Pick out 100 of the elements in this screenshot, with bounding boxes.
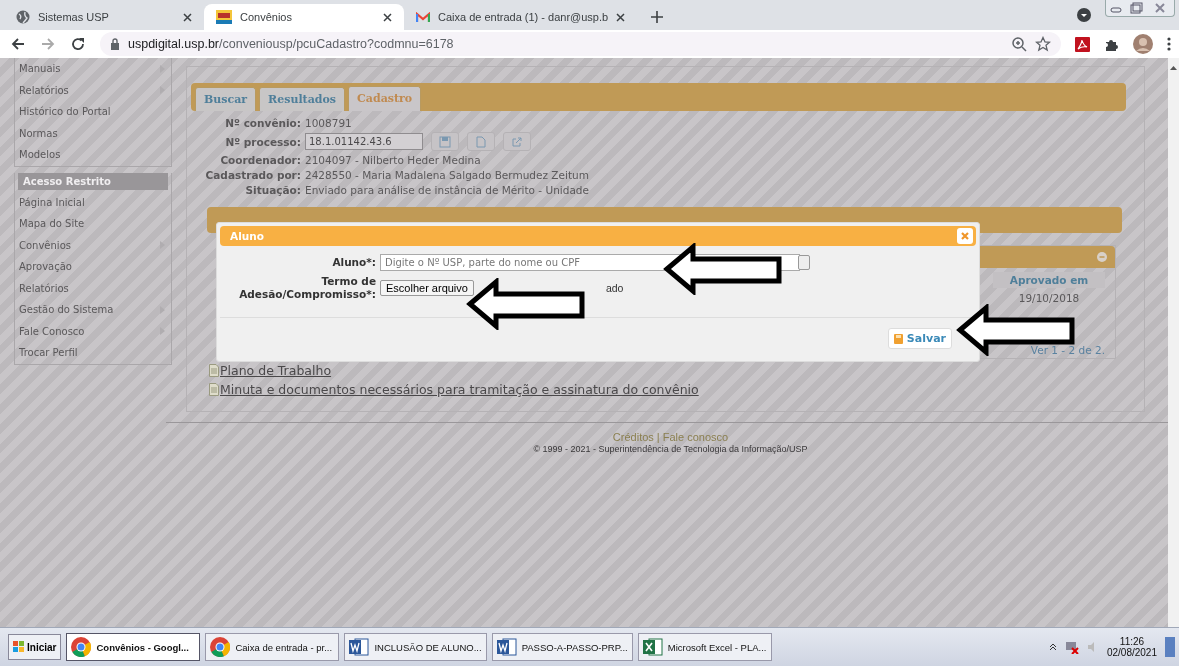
taskbar-item-label: Microsoft Excel - PLA... — [667, 641, 767, 653]
forward-arrow-icon[interactable] — [40, 36, 56, 52]
sidebar-item[interactable]: Mapa do Site — [15, 213, 171, 235]
pagination-text: Ver 1 - 2 de 2. — [1029, 344, 1105, 356]
show-desktop-icon[interactable] — [1165, 637, 1175, 658]
process-number-field[interactable]: 18.1.01142.43.6 — [305, 133, 423, 150]
field-value: Enviado para análise de instância de Mérito - Unidade — [305, 184, 589, 196]
field-label: Aluno*: — [332, 256, 376, 269]
browser-tab[interactable]: Convênios — [204, 4, 404, 30]
browser-tab[interactable]: Sistemas USP — [4, 4, 204, 30]
taskbar-item[interactable]: Caixa de entrada - pr... — [205, 633, 340, 662]
star-icon[interactable] — [1035, 36, 1051, 52]
sidebar-item-label: Mapa do Site — [19, 218, 85, 230]
sidebar-item[interactable]: Modelos — [15, 144, 171, 166]
file-status-text: ado — [605, 281, 624, 294]
close-tab-icon[interactable] — [183, 12, 192, 22]
separator-text: | — [656, 431, 660, 443]
sidebar-item[interactable]: Manuais — [15, 58, 171, 80]
tab-title: Caixa de entrada (1) - danr@usp.b — [438, 11, 609, 23]
chrome-icon — [71, 637, 92, 658]
pdf-icon[interactable] — [1075, 36, 1090, 52]
field-value: 1008791 — [305, 117, 352, 129]
close-tab-icon[interactable] — [616, 12, 626, 22]
usp-logo-icon — [216, 10, 232, 24]
sidebar-item[interactable]: Convênios — [15, 234, 171, 256]
browser-tab[interactable]: Caixa de entrada (1) - danr@usp.b — [404, 4, 638, 30]
sidebar-item-label: Relatórios — [19, 84, 69, 96]
page-tab[interactable]: Buscar — [195, 87, 257, 111]
sidebar-item[interactable]: Histórico do Portal — [15, 101, 171, 123]
document-link[interactable]: Plano de Trabalho — [220, 363, 332, 378]
sidebar-item[interactable]: Relatórios — [15, 79, 171, 101]
profile-dropdown-icon[interactable] — [1077, 8, 1091, 22]
choose-file-button[interactable]: Escolher arquivo — [380, 279, 474, 296]
document-icon — [209, 383, 219, 396]
field-label: Nº convênio: — [225, 117, 301, 129]
taskbar-item-label: INCLUSÃO DE ALUNO... — [374, 641, 482, 653]
avatar-icon[interactable] — [1133, 34, 1153, 54]
field-label: Coordenador: — [220, 154, 301, 166]
field-label: Nº processo: — [225, 135, 301, 148]
scroll-up-icon — [1168, 64, 1179, 72]
sidebar-item[interactable]: Normas — [15, 122, 171, 144]
dialog-title: Aluno — [230, 230, 264, 242]
taskbar-item[interactable]: Microsoft Excel - PLA... — [637, 633, 772, 662]
start-button[interactable]: Iniciar — [8, 634, 62, 661]
sidebar-item-label: Relatórios — [19, 282, 69, 294]
menu-dots-icon[interactable] — [1167, 36, 1171, 52]
sidebar-item-label: Histórico do Portal — [19, 106, 111, 118]
field-label: Cadastrado por: — [205, 169, 301, 181]
url-text: uspdigital.usp.br/conveniousp/pcuCadastro?codmnu=6178 — [128, 37, 455, 51]
sidebar-item-label: Fale Conosco — [19, 325, 85, 337]
document-icon — [209, 364, 219, 377]
taskbar-item-label: Convênios - Googl... — [96, 641, 189, 653]
taskbar-item[interactable]: INCLUSÃO DE ALUNO... — [344, 633, 487, 662]
footer-link[interactable]: Créditos — [612, 431, 654, 443]
zoom-icon[interactable] — [1011, 36, 1027, 52]
lock-icon — [110, 38, 120, 50]
close-button[interactable] — [957, 228, 973, 244]
network-error-icon[interactable] — [1064, 640, 1079, 655]
page-tab[interactable]: Resultados — [259, 87, 346, 111]
new-tab-icon[interactable] — [651, 11, 664, 23]
sidebar-item-label: Gestão do Sistema — [19, 304, 114, 316]
sidebar-item[interactable]: Trocar Perfil — [15, 342, 171, 364]
globe-icon — [16, 10, 30, 24]
column-header[interactable]: Aprovado em — [993, 272, 1105, 288]
document-icon — [475, 135, 487, 148]
sidebar-item-label: Trocar Perfil — [19, 347, 78, 359]
sidebar-item[interactable]: Relatórios — [15, 277, 171, 299]
menu-section-header: Acesso Restrito — [18, 172, 168, 190]
document-link[interactable]: Minuta e documentos necessários para tramitação e assinatura do convênio — [220, 382, 699, 397]
save-icon — [893, 333, 903, 344]
sidebar-item[interactable]: Fale Conosco — [15, 320, 171, 342]
save-button[interactable]: Salvar — [887, 328, 952, 350]
save-icon — [439, 135, 451, 148]
clock-date: 02/08/2021 — [1106, 647, 1157, 659]
copyright-text: © 1999 - 2021 - Superintendência de Tecnologia da Informação/USP — [532, 444, 809, 454]
field-value: 2428550 - Maria Madalena Salgado Bermudez Zeitum — [305, 169, 589, 181]
sidebar-item[interactable]: Gestão do Sistema — [15, 299, 171, 321]
address-bar[interactable]: uspdigital.usp.br/conveniousp/pcuCadastro?codmnu=6178 — [100, 32, 1061, 56]
sidebar-item-label: Normas — [19, 127, 58, 139]
sidebar-item[interactable]: Página Inicial — [15, 191, 171, 213]
table-cell-text: 19/10/2018 — [1017, 292, 1081, 304]
field-label: Termo de Adesão/Compromisso*: — [239, 275, 376, 301]
spreadsheet-icon — [642, 637, 663, 658]
close-tab-icon[interactable] — [383, 12, 392, 22]
external-link-icon — [511, 135, 523, 148]
back-arrow-icon[interactable] — [10, 36, 26, 52]
field-label: Situação: — [245, 184, 301, 196]
chevron-up-icon[interactable] — [1048, 643, 1057, 652]
sidebar-item[interactable]: Aprovação — [15, 256, 171, 278]
tab-title: Sistemas USP — [38, 11, 110, 23]
reload-icon[interactable] — [70, 36, 86, 52]
taskbar-item[interactable]: Convênios - Googl... — [66, 633, 201, 662]
sidebar-item-label: Aprovação — [19, 261, 72, 273]
scrollbar[interactable] — [1168, 58, 1179, 628]
close-icon — [961, 232, 969, 240]
tab-title: Convênios — [240, 11, 293, 23]
clock[interactable]: 11:26 02/08/2021 — [1106, 636, 1157, 659]
mail-icon — [416, 11, 430, 23]
chrome-icon — [210, 637, 231, 658]
taskbar-item[interactable]: PASSO-A-PASSO-PRP... — [491, 633, 633, 662]
